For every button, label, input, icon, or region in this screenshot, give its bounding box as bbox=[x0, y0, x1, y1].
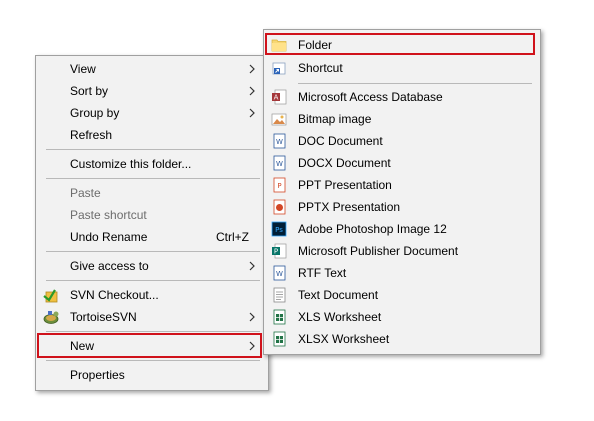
menu-item-label: Undo Rename bbox=[70, 230, 148, 244]
submenu-item-xlsx-worksheet[interactable]: XLSX Worksheet bbox=[266, 328, 538, 350]
menu-separator bbox=[46, 331, 260, 332]
svg-text:Ps: Ps bbox=[275, 226, 283, 234]
menu-item-svn-checkout[interactable]: SVN Checkout... bbox=[38, 284, 266, 306]
svg-text:P: P bbox=[277, 182, 281, 190]
submenu-item-label: DOCX Document bbox=[298, 156, 391, 170]
menu-item-paste: Paste bbox=[38, 182, 266, 204]
menu-separator bbox=[46, 251, 260, 252]
menu-item-sort-by[interactable]: Sort by bbox=[38, 80, 266, 102]
pptx-presentation-icon bbox=[273, 199, 286, 215]
submenu-item-rtf-text[interactable]: W RTF Text bbox=[266, 262, 538, 284]
submenu-item-label: PPTX Presentation bbox=[298, 200, 401, 214]
submenu-item-label: Microsoft Access Database bbox=[298, 90, 443, 104]
menu-item-shortcut: Ctrl+Z bbox=[216, 230, 249, 244]
menu-item-view[interactable]: View bbox=[38, 58, 266, 80]
docx-document-icon: W bbox=[273, 155, 286, 171]
submenu-item-publisher-document[interactable]: P Microsoft Publisher Document bbox=[266, 240, 538, 262]
doc-document-icon: W bbox=[273, 133, 286, 149]
menu-item-undo-rename[interactable]: Undo Rename Ctrl+Z bbox=[38, 226, 266, 248]
chevron-right-icon bbox=[249, 108, 255, 118]
menu-item-give-access-to[interactable]: Give access to bbox=[38, 255, 266, 277]
submenu-item-pptx-presentation[interactable]: PPTX Presentation bbox=[266, 196, 538, 218]
ppt-presentation-icon: P bbox=[273, 177, 286, 193]
menu-item-label: Properties bbox=[70, 368, 125, 382]
tortoisesvn-icon bbox=[43, 311, 59, 324]
bitmap-image-icon bbox=[271, 113, 287, 126]
submenu-item-label: PPT Presentation bbox=[298, 178, 392, 192]
submenu-item-label: DOC Document bbox=[298, 134, 383, 148]
rtf-text-icon: W bbox=[273, 265, 286, 281]
chevron-right-icon bbox=[249, 64, 255, 74]
access-database-icon: A bbox=[272, 89, 287, 105]
svg-text:W: W bbox=[276, 138, 283, 146]
submenu-item-photoshop-image[interactable]: Ps Adobe Photoshop Image 12 bbox=[266, 218, 538, 240]
submenu-item-label: Microsoft Publisher Document bbox=[298, 244, 459, 258]
submenu-item-label: Bitmap image bbox=[298, 112, 372, 126]
menu-item-label: Refresh bbox=[70, 128, 113, 142]
photoshop-image-icon: Ps bbox=[271, 221, 287, 237]
submenu-item-label: RTF Text bbox=[298, 266, 347, 280]
submenu-item-shortcut[interactable]: Shortcut bbox=[266, 57, 538, 79]
menu-item-label: Group by bbox=[70, 106, 120, 120]
svn-checkout-icon bbox=[43, 289, 58, 303]
menu-item-paste-shortcut: Paste shortcut bbox=[38, 204, 266, 226]
menu-separator bbox=[298, 83, 532, 84]
menu-separator bbox=[46, 280, 260, 281]
text-document-icon bbox=[273, 287, 286, 303]
submenu-item-bitmap-image[interactable]: Bitmap image bbox=[266, 108, 538, 130]
folder-icon bbox=[271, 39, 287, 52]
submenu-item-docx-document[interactable]: W DOCX Document bbox=[266, 152, 538, 174]
menu-item-group-by[interactable]: Group by bbox=[38, 102, 266, 124]
menu-item-refresh[interactable]: Refresh bbox=[38, 124, 266, 146]
menu-separator bbox=[46, 178, 260, 179]
xlsx-worksheet-icon bbox=[273, 331, 286, 347]
context-menu: View Sort by Group by Refresh Customize … bbox=[35, 55, 269, 391]
menu-item-label: New bbox=[70, 339, 95, 353]
submenu-item-xls-worksheet[interactable]: XLS Worksheet bbox=[266, 306, 538, 328]
chevron-right-icon bbox=[249, 261, 255, 271]
submenu-item-label: Adobe Photoshop Image 12 bbox=[298, 222, 447, 236]
menu-item-label: Paste bbox=[70, 186, 101, 200]
submenu-item-label: Text Document bbox=[298, 288, 379, 302]
chevron-right-icon bbox=[249, 312, 255, 322]
svg-text:P: P bbox=[274, 248, 278, 256]
submenu-item-doc-document[interactable]: W DOC Document bbox=[266, 130, 538, 152]
menu-item-label: SVN Checkout... bbox=[70, 288, 159, 302]
submenu-item-access-database[interactable]: A Microsoft Access Database bbox=[266, 86, 538, 108]
shortcut-icon bbox=[272, 62, 286, 75]
menu-item-label: View bbox=[70, 62, 96, 76]
menu-item-label: Give access to bbox=[70, 259, 149, 273]
svg-text:W: W bbox=[276, 270, 283, 278]
publisher-document-icon: P bbox=[272, 243, 287, 259]
menu-item-properties[interactable]: Properties bbox=[38, 364, 266, 386]
submenu-item-label: Folder bbox=[298, 38, 333, 52]
menu-item-new[interactable]: New bbox=[38, 335, 266, 357]
submenu-item-text-document[interactable]: Text Document bbox=[266, 284, 538, 306]
submenu-item-folder[interactable]: Folder bbox=[266, 34, 538, 56]
submenu-item-ppt-presentation[interactable]: P PPT Presentation bbox=[266, 174, 538, 196]
chevron-right-icon bbox=[249, 341, 255, 351]
menu-item-label: Customize this folder... bbox=[70, 157, 192, 171]
menu-separator bbox=[46, 360, 260, 361]
menu-separator bbox=[46, 149, 260, 150]
menu-item-tortoisesvn[interactable]: TortoiseSVN bbox=[38, 306, 266, 328]
menu-item-label: Paste shortcut bbox=[70, 208, 147, 222]
submenu-item-label: Shortcut bbox=[298, 61, 343, 75]
chevron-right-icon bbox=[249, 86, 255, 96]
menu-item-customize-folder[interactable]: Customize this folder... bbox=[38, 153, 266, 175]
new-submenu: Folder Shortcut A Microsoft Access Datab… bbox=[263, 29, 541, 355]
xls-worksheet-icon bbox=[273, 309, 286, 325]
submenu-item-label: XLSX Worksheet bbox=[298, 332, 390, 346]
svg-text:A: A bbox=[274, 94, 279, 102]
svg-text:W: W bbox=[276, 160, 283, 168]
menu-item-label: TortoiseSVN bbox=[70, 310, 137, 324]
menu-item-label: Sort by bbox=[70, 84, 109, 98]
submenu-item-label: XLS Worksheet bbox=[298, 310, 382, 324]
